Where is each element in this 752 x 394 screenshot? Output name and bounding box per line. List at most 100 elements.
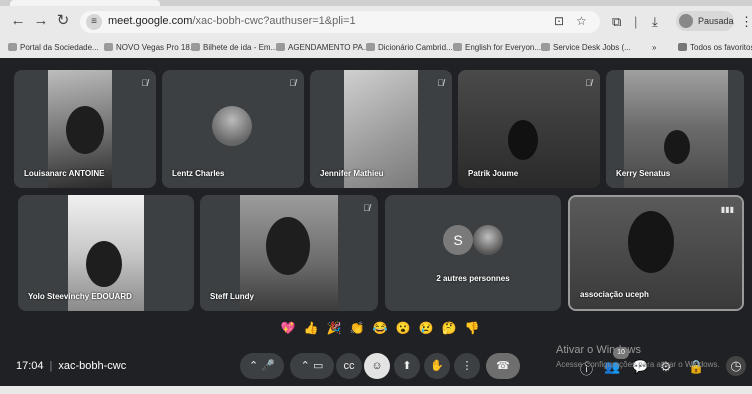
leave-call-button[interactable]: ☎ bbox=[486, 353, 520, 379]
bookmark-star-icon[interactable]: ☆ bbox=[576, 14, 587, 28]
participant-name: Kerry Senatus bbox=[616, 169, 671, 178]
bookmark-favicon bbox=[276, 43, 285, 51]
bookmark-item[interactable]: Service Desk Jobs (... bbox=[541, 43, 631, 52]
participant-tile-active-speaker[interactable]: ▮▮▮ associação uceph bbox=[568, 195, 744, 311]
download-icon[interactable]: ⤓ bbox=[652, 14, 658, 30]
participant-face bbox=[664, 130, 690, 164]
emoji-icon: ☺ bbox=[371, 360, 383, 372]
participant-tile[interactable]: 🎙̸ Patrik Joume bbox=[458, 70, 600, 188]
url-text[interactable]: meet.google.com/xac-bobh-cwc?authuser=1&… bbox=[108, 15, 356, 27]
thinking-reaction-icon[interactable]: 🤔 bbox=[441, 320, 457, 336]
laugh-reaction-icon[interactable]: 😂 bbox=[372, 320, 388, 336]
participant-tile[interactable]: 🎙̸ Steff Lundy bbox=[200, 195, 378, 311]
thumbs-down-reaction-icon[interactable]: 👎 bbox=[464, 320, 480, 336]
extensions-icon[interactable]: ⧉ bbox=[612, 14, 621, 30]
profile-avatar bbox=[679, 14, 693, 28]
cast-icon[interactable]: ⊡ bbox=[554, 14, 564, 28]
participant-name: Patrik Joume bbox=[468, 169, 519, 178]
participant-face bbox=[86, 241, 122, 287]
timer-icon[interactable]: ◷ bbox=[726, 356, 746, 376]
hand-icon: ✋ bbox=[430, 360, 444, 372]
participant-face bbox=[66, 106, 104, 154]
participant-tile[interactable]: Yolo Steevinchy EDOUARD bbox=[18, 195, 194, 311]
participant-name: 2 autres personnes bbox=[436, 274, 510, 283]
participant-face bbox=[266, 217, 310, 275]
raise-hand-button[interactable]: ✋ bbox=[424, 353, 450, 379]
bookmark-favicon bbox=[453, 43, 462, 51]
taskbar-strip bbox=[0, 386, 752, 394]
more-participants-tile[interactable]: S 2 autres personnes bbox=[385, 195, 561, 311]
meeting-code[interactable]: xac-bobh-cwc bbox=[58, 360, 126, 372]
participant-name: Steff Lundy bbox=[210, 292, 254, 301]
participant-tile[interactable]: 🎙̸ Lentz Charles bbox=[162, 70, 304, 188]
clap-reaction-icon[interactable]: 👏 bbox=[349, 320, 365, 336]
profile-button[interactable]: Pausada bbox=[676, 11, 734, 31]
heart-reaction-icon[interactable]: 💖 bbox=[280, 320, 296, 336]
forward-icon[interactable]: → bbox=[33, 13, 49, 29]
participant-avatar: S bbox=[443, 225, 473, 255]
mic-off-icon: 🎙̸ bbox=[289, 78, 296, 88]
browser-chrome: ← → ↻ ≡ meet.google.com/xac-bobh-cwc?aut… bbox=[0, 0, 752, 58]
reactions-button[interactable]: ☺ bbox=[364, 353, 390, 379]
all-bookmarks-folder[interactable]: Todos os favoritos bbox=[678, 43, 752, 52]
captions-icon: cc bbox=[343, 360, 355, 372]
bookmark-item[interactable]: AGENDAMENTO PA... bbox=[276, 43, 370, 52]
participant-name: Jennifer Mathieu bbox=[320, 169, 384, 178]
surprised-reaction-icon[interactable]: 😮 bbox=[395, 320, 411, 336]
microphone-button[interactable]: ⌃ 🎤 bbox=[240, 353, 284, 379]
more-vertical-icon: ⋮ bbox=[461, 360, 473, 372]
folder-icon bbox=[678, 43, 687, 51]
divider: | bbox=[49, 360, 53, 372]
mic-off-icon: 🎙̸ bbox=[363, 203, 370, 213]
menu-icon[interactable]: ⋮ bbox=[740, 14, 752, 30]
party-reaction-icon[interactable]: 🎉 bbox=[326, 320, 342, 336]
bookmarks-bar: Portal da Sociedade... NOVO Vegas Pro 18… bbox=[0, 38, 752, 58]
participant-name: Lentz Charles bbox=[172, 169, 225, 178]
bookmark-item[interactable]: Portal da Sociedade... bbox=[8, 43, 99, 52]
participant-face bbox=[508, 120, 538, 160]
more-options-button[interactable]: ⋮ bbox=[454, 353, 480, 379]
tab-strip bbox=[0, 0, 752, 6]
chevron-up-icon: ⌃ bbox=[249, 360, 259, 372]
present-screen-icon: ⬆ bbox=[402, 360, 412, 372]
participant-face bbox=[628, 211, 674, 273]
bookmark-item[interactable]: NOVO Vegas Pro 18... bbox=[104, 43, 196, 52]
bookmarks-overflow[interactable]: » bbox=[652, 43, 656, 52]
bookmark-favicon bbox=[541, 43, 550, 51]
microphone-icon: 🎤 bbox=[261, 360, 275, 372]
windows-activation-message: Acesse Configurações para ativar o Windo… bbox=[556, 360, 720, 369]
mic-off-icon: 🎙̸ bbox=[141, 78, 148, 88]
participant-count-badge: 10 bbox=[613, 347, 629, 359]
mic-off-icon: 🎙̸ bbox=[585, 78, 592, 88]
captions-button[interactable]: cc bbox=[336, 353, 362, 379]
site-info-icon[interactable]: ≡ bbox=[86, 14, 102, 30]
reactions-bar: 💖 👍 🎉 👏 😂 😮 😢 🤔 👎 bbox=[276, 318, 486, 340]
clock: 17:04 bbox=[16, 360, 44, 372]
participant-avatar bbox=[212, 106, 252, 146]
present-button[interactable]: ⬆ bbox=[394, 353, 420, 379]
bookmark-favicon bbox=[191, 43, 200, 51]
participant-avatar bbox=[473, 225, 503, 255]
participant-name: Yolo Steevinchy EDOUARD bbox=[28, 292, 132, 301]
camera-button[interactable]: ⌃ ▭ bbox=[290, 353, 334, 379]
bookmark-item[interactable]: English for Everyon... bbox=[453, 43, 541, 52]
audio-wave-icon: ▮▮▮ bbox=[720, 205, 734, 214]
bookmark-item[interactable]: Bilhete de ida - Em... bbox=[191, 43, 277, 52]
participant-name: associação uceph bbox=[580, 290, 649, 299]
active-tab[interactable] bbox=[10, 0, 160, 6]
participant-tile[interactable]: Kerry Senatus bbox=[606, 70, 744, 188]
back-icon[interactable]: ← bbox=[10, 13, 26, 29]
participant-tile[interactable]: 🎙̸ Louisanarc ANTOINE bbox=[14, 70, 156, 188]
reload-icon[interactable]: ↻ bbox=[55, 13, 71, 29]
camera-icon: ▭ bbox=[312, 360, 324, 372]
thumbs-up-reaction-icon[interactable]: 👍 bbox=[303, 320, 319, 336]
sad-reaction-icon[interactable]: 😢 bbox=[418, 320, 434, 336]
divider: | bbox=[634, 14, 638, 29]
address-bar[interactable]: ≡ meet.google.com/xac-bobh-cwc?authuser=… bbox=[80, 11, 600, 33]
bookmark-favicon bbox=[104, 43, 113, 51]
bookmark-favicon bbox=[8, 43, 17, 51]
bookmark-favicon bbox=[366, 43, 375, 51]
bookmark-item[interactable]: Dicionário Cambrid... bbox=[366, 43, 453, 52]
participant-tile[interactable]: 🎙̸ Jennifer Mathieu bbox=[310, 70, 452, 188]
hang-up-icon: ☎ bbox=[496, 360, 510, 372]
